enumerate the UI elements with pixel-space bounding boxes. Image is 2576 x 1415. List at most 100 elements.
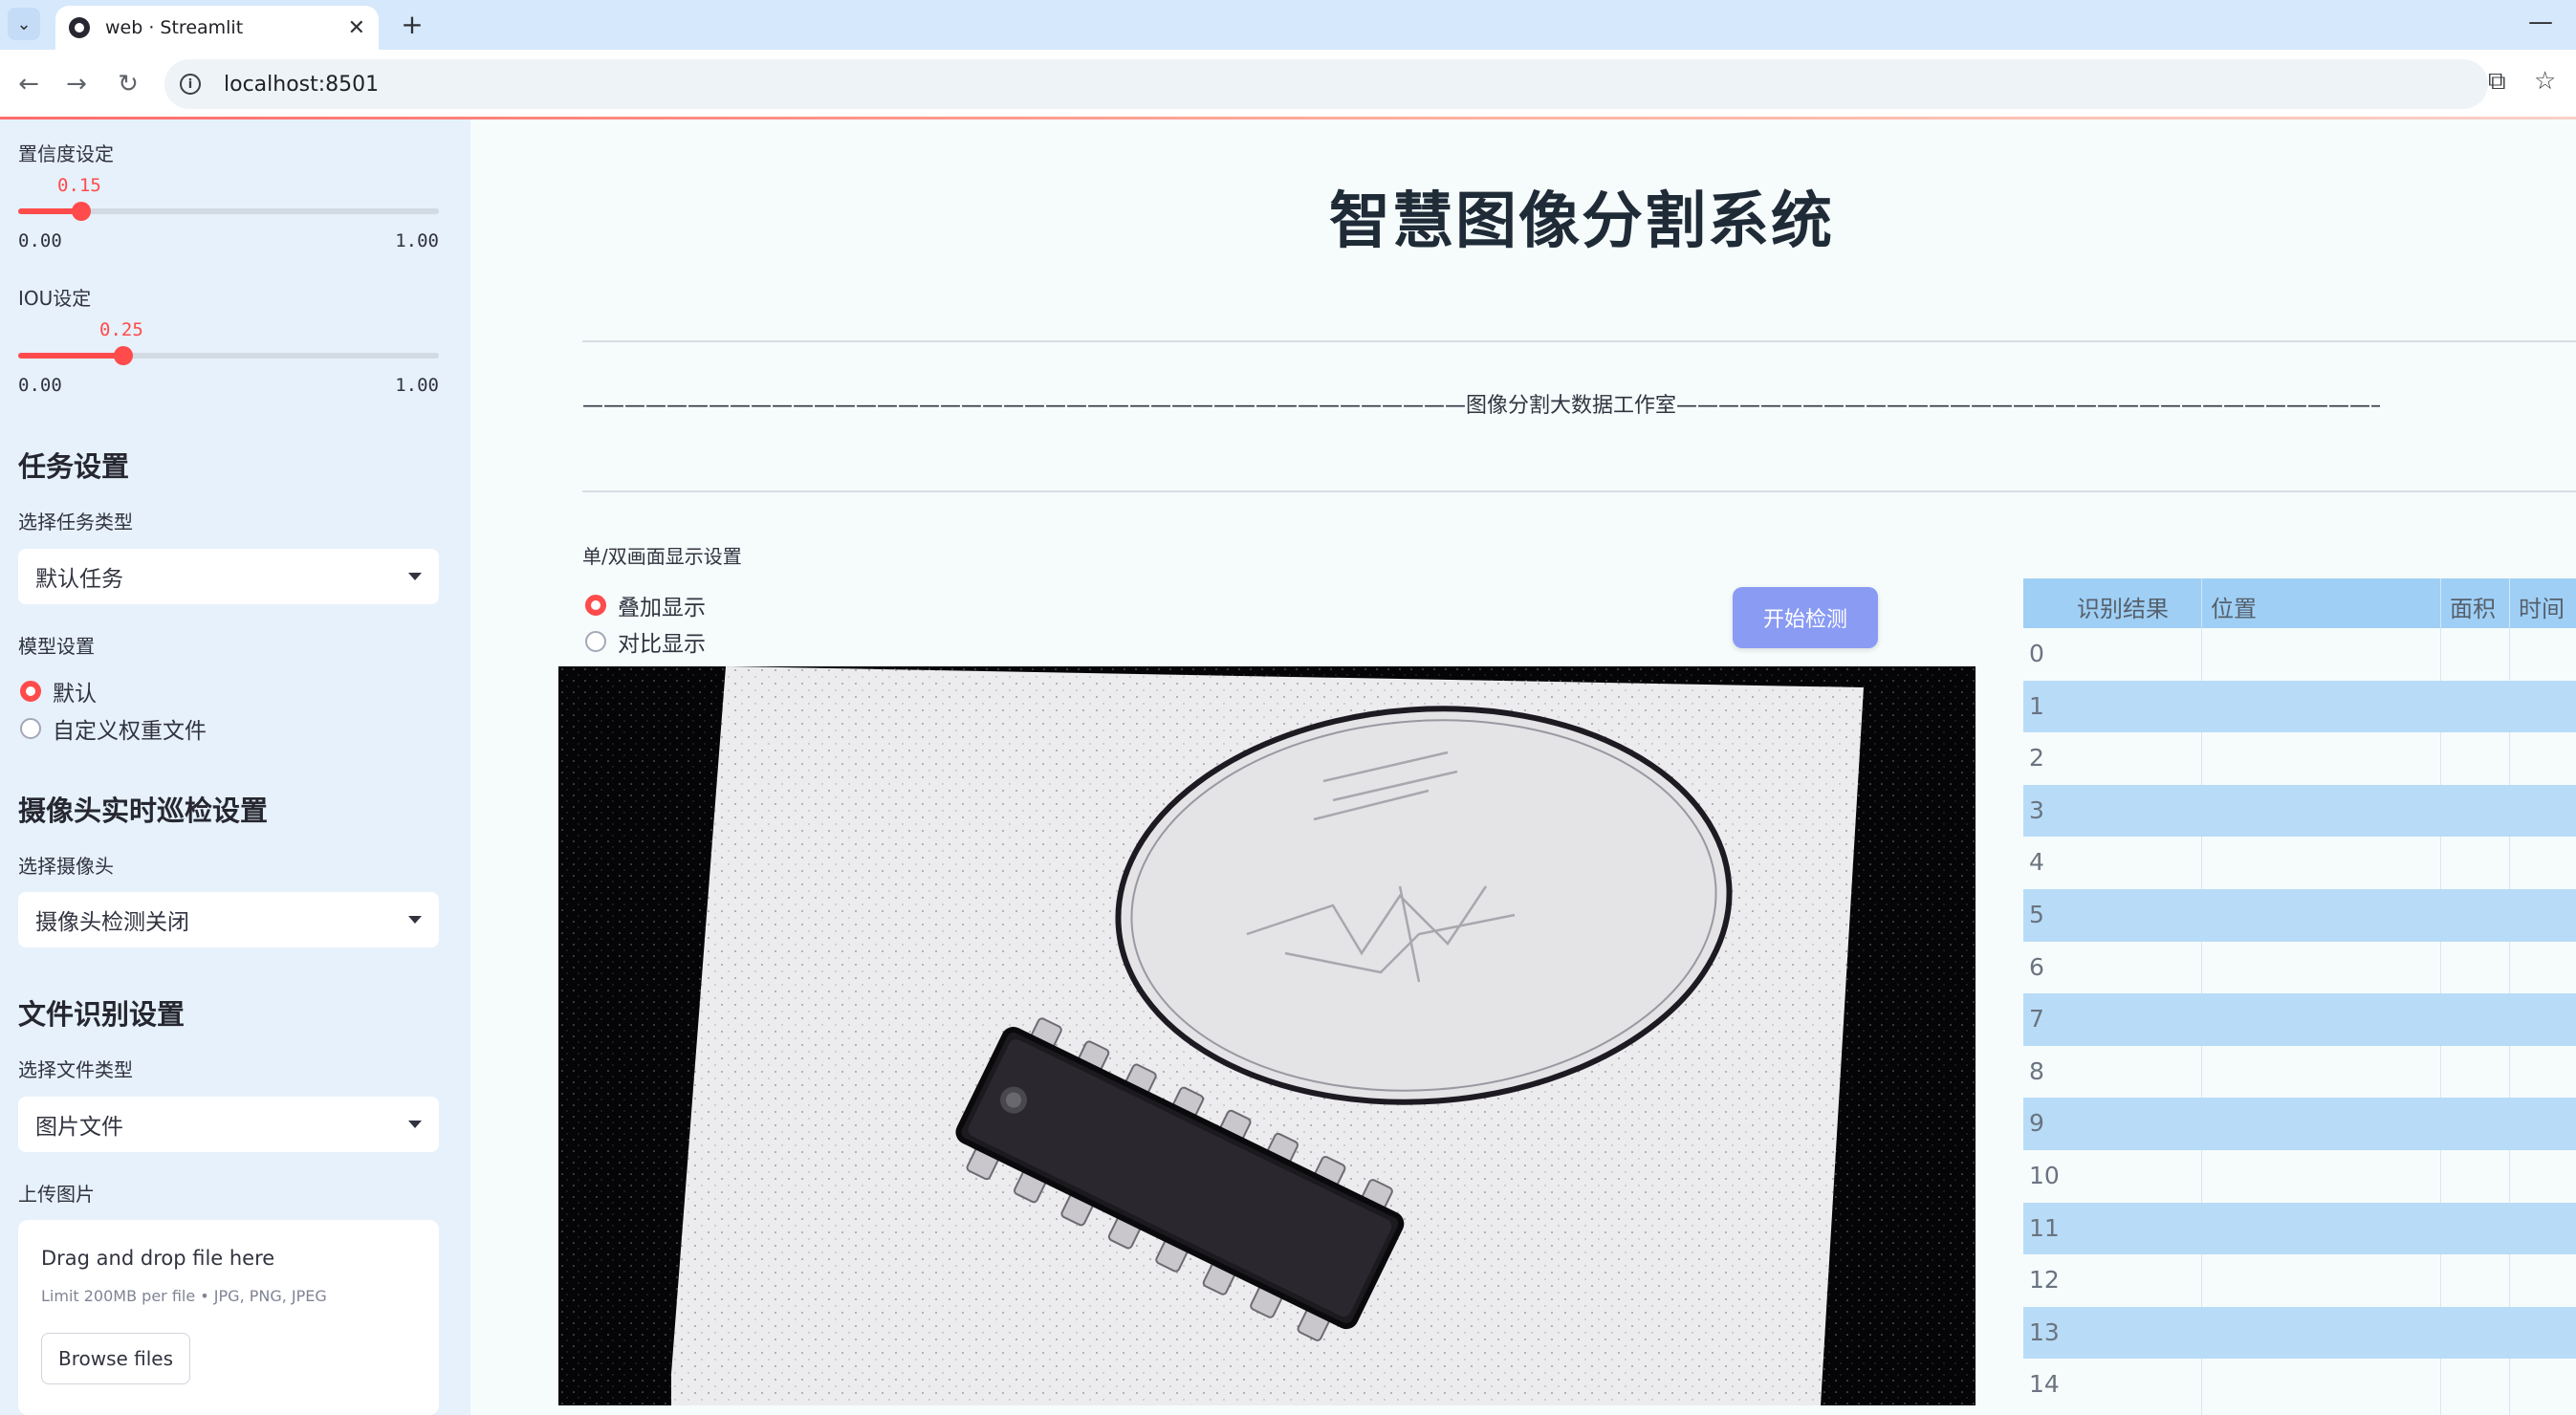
display-setting-label: 单/双画面显示设置 — [582, 545, 742, 568]
start-detection-button[interactable]: 开始检测 — [1733, 587, 1878, 648]
model-option-default[interactable]: 默认 — [20, 675, 97, 708]
translate-icon[interactable]: ⧉ — [2488, 67, 2506, 97]
display-option-overlay-label: 叠加显示 — [618, 596, 706, 620]
url-text: localhost:8501 — [224, 72, 380, 97]
row-index: 13 — [2029, 1317, 2060, 1346]
upload-label: 上传图片 — [18, 1183, 95, 1206]
table-header: 识别结果 位置 面积 时间 — [2023, 578, 2576, 628]
row-index: 9 — [2029, 1109, 2044, 1138]
tab-search-menu-icon[interactable]: ⌄ — [8, 8, 40, 40]
iou-slider-thumb[interactable] — [114, 346, 133, 365]
row-index: 10 — [2029, 1162, 2060, 1189]
address-bar[interactable]: i localhost:8501 — [164, 59, 2488, 109]
iou-slider-fill — [18, 353, 123, 359]
upload-limit-text: Limit 200MB per file • JPG, PNG, JPEG — [41, 1287, 327, 1305]
confidence-slider[interactable] — [18, 202, 439, 221]
table-row[interactable]: 10 — [2023, 1150, 2576, 1203]
task-type-selected: 默认任务 — [35, 567, 123, 592]
display-option-compare[interactable]: 对比显示 — [585, 625, 706, 658]
page-title: 智慧图像分割系统 — [1329, 186, 1834, 257]
row-index: 0 — [2029, 640, 2044, 667]
iou-range: 0.00 1.00 — [18, 375, 439, 396]
column-header-position[interactable]: 位置 — [2211, 590, 2257, 623]
back-arrow-icon[interactable]: ← — [11, 67, 46, 101]
row-index: 8 — [2029, 1056, 2044, 1085]
table-row[interactable]: 2 — [2023, 732, 2576, 785]
confidence-slider-thumb[interactable] — [72, 202, 91, 221]
reload-icon[interactable]: ↻ — [111, 67, 145, 101]
chevron-down-icon — [408, 573, 422, 580]
model-option-custom-label: 自定义权重文件 — [53, 719, 207, 744]
iou-max: 1.00 — [395, 375, 439, 396]
table-row[interactable]: 13 — [2023, 1306, 2576, 1360]
radio-selected-icon[interactable] — [20, 681, 41, 702]
camera-selected: 摄像头检测关闭 — [35, 910, 189, 935]
close-tab-icon[interactable]: ✕ — [348, 16, 365, 40]
radio-unselected-icon[interactable] — [20, 718, 41, 739]
browser-nav-bar: ← → ↻ i localhost:8501 ⧉ ☆ — [0, 50, 2576, 119]
new-tab-icon[interactable]: + — [396, 8, 428, 40]
site-info-icon[interactable]: i — [180, 74, 201, 95]
task-type-select[interactable]: 默认任务 — [18, 549, 439, 604]
row-index: 11 — [2029, 1213, 2060, 1242]
streamlit-favicon-icon — [69, 17, 90, 38]
upload-drop-text: Drag and drop file here — [41, 1247, 275, 1270]
table-row[interactable]: 8 — [2023, 1046, 2576, 1099]
chevron-down-icon — [408, 916, 422, 924]
radio-selected-icon[interactable] — [585, 595, 606, 616]
task-type-label: 选择任务类型 — [18, 511, 133, 533]
table-row[interactable]: 14 — [2023, 1359, 2576, 1411]
bookmark-star-icon[interactable]: ☆ — [2534, 67, 2556, 96]
results-table[interactable]: 识别结果 位置 面积 时间 0 1 2 3 4 5 6 7 8 9 10 11 … — [2023, 578, 2576, 1415]
forward-arrow-icon[interactable]: → — [59, 67, 94, 101]
row-index: 7 — [2029, 1005, 2044, 1034]
browser-tab[interactable]: web · Streamlit ✕ — [55, 6, 379, 50]
confidence-max: 1.00 — [395, 230, 439, 251]
task-settings-heading: 任务设置 — [18, 450, 130, 483]
table-row[interactable]: 0 — [2023, 628, 2576, 681]
model-option-custom[interactable]: 自定义权重文件 — [20, 712, 207, 745]
confidence-value: 0.15 — [57, 175, 101, 196]
table-row[interactable]: 11 — [2023, 1202, 2576, 1255]
studio-banner: ————————————————————————————————————————… — [582, 394, 2380, 418]
table-row[interactable]: 4 — [2023, 837, 2576, 889]
tab-title: web · Streamlit — [105, 17, 244, 38]
iou-value: 0.25 — [99, 319, 143, 340]
row-index: 14 — [2029, 1370, 2060, 1399]
column-header-area[interactable]: 面积 — [2450, 590, 2496, 623]
divider — [582, 340, 2576, 342]
model-settings-label: 模型设置 — [18, 635, 95, 658]
file-uploader-dropzone[interactable]: Drag and drop file here Limit 200MB per … — [18, 1220, 439, 1415]
file-type-selected: 图片文件 — [35, 1115, 123, 1140]
divider — [582, 490, 2576, 492]
chevron-down-icon — [408, 1121, 422, 1128]
display-option-overlay[interactable]: 叠加显示 — [585, 589, 706, 621]
confidence-min: 0.00 — [18, 230, 62, 251]
table-row[interactable]: 12 — [2023, 1254, 2576, 1307]
iou-min: 0.00 — [18, 375, 62, 396]
table-row[interactable]: 5 — [2023, 889, 2576, 942]
table-row[interactable]: 7 — [2023, 993, 2576, 1046]
camera-settings-heading: 摄像头实时巡检设置 — [18, 795, 269, 827]
iou-slider[interactable] — [18, 346, 439, 365]
minimize-window-icon[interactable]: — — [2528, 8, 2553, 36]
iou-label: IOU设定 — [18, 287, 92, 310]
table-row[interactable]: 9 — [2023, 1098, 2576, 1150]
file-settings-heading: 文件识别设置 — [18, 998, 186, 1031]
row-index: 12 — [2029, 1266, 2060, 1295]
browser-tab-bar: ⌄ web · Streamlit ✕ + — — [0, 0, 2576, 50]
radio-unselected-icon[interactable] — [585, 631, 606, 652]
file-type-select[interactable]: 图片文件 — [18, 1097, 439, 1152]
display-option-compare-label: 对比显示 — [618, 632, 706, 657]
table-row[interactable]: 6 — [2023, 942, 2576, 994]
table-row[interactable]: 3 — [2023, 784, 2576, 838]
file-type-label: 选择文件类型 — [18, 1058, 133, 1081]
row-index: 6 — [2029, 952, 2044, 981]
browse-files-button[interactable]: Browse files — [41, 1333, 190, 1384]
table-row[interactable]: 1 — [2023, 680, 2576, 733]
camera-select[interactable]: 摄像头检测关闭 — [18, 892, 439, 947]
model-option-default-label: 默认 — [53, 682, 97, 707]
column-header-result[interactable]: 识别结果 — [2077, 590, 2169, 623]
column-header-time[interactable]: 时间 — [2519, 590, 2565, 623]
row-index: 2 — [2029, 744, 2044, 773]
